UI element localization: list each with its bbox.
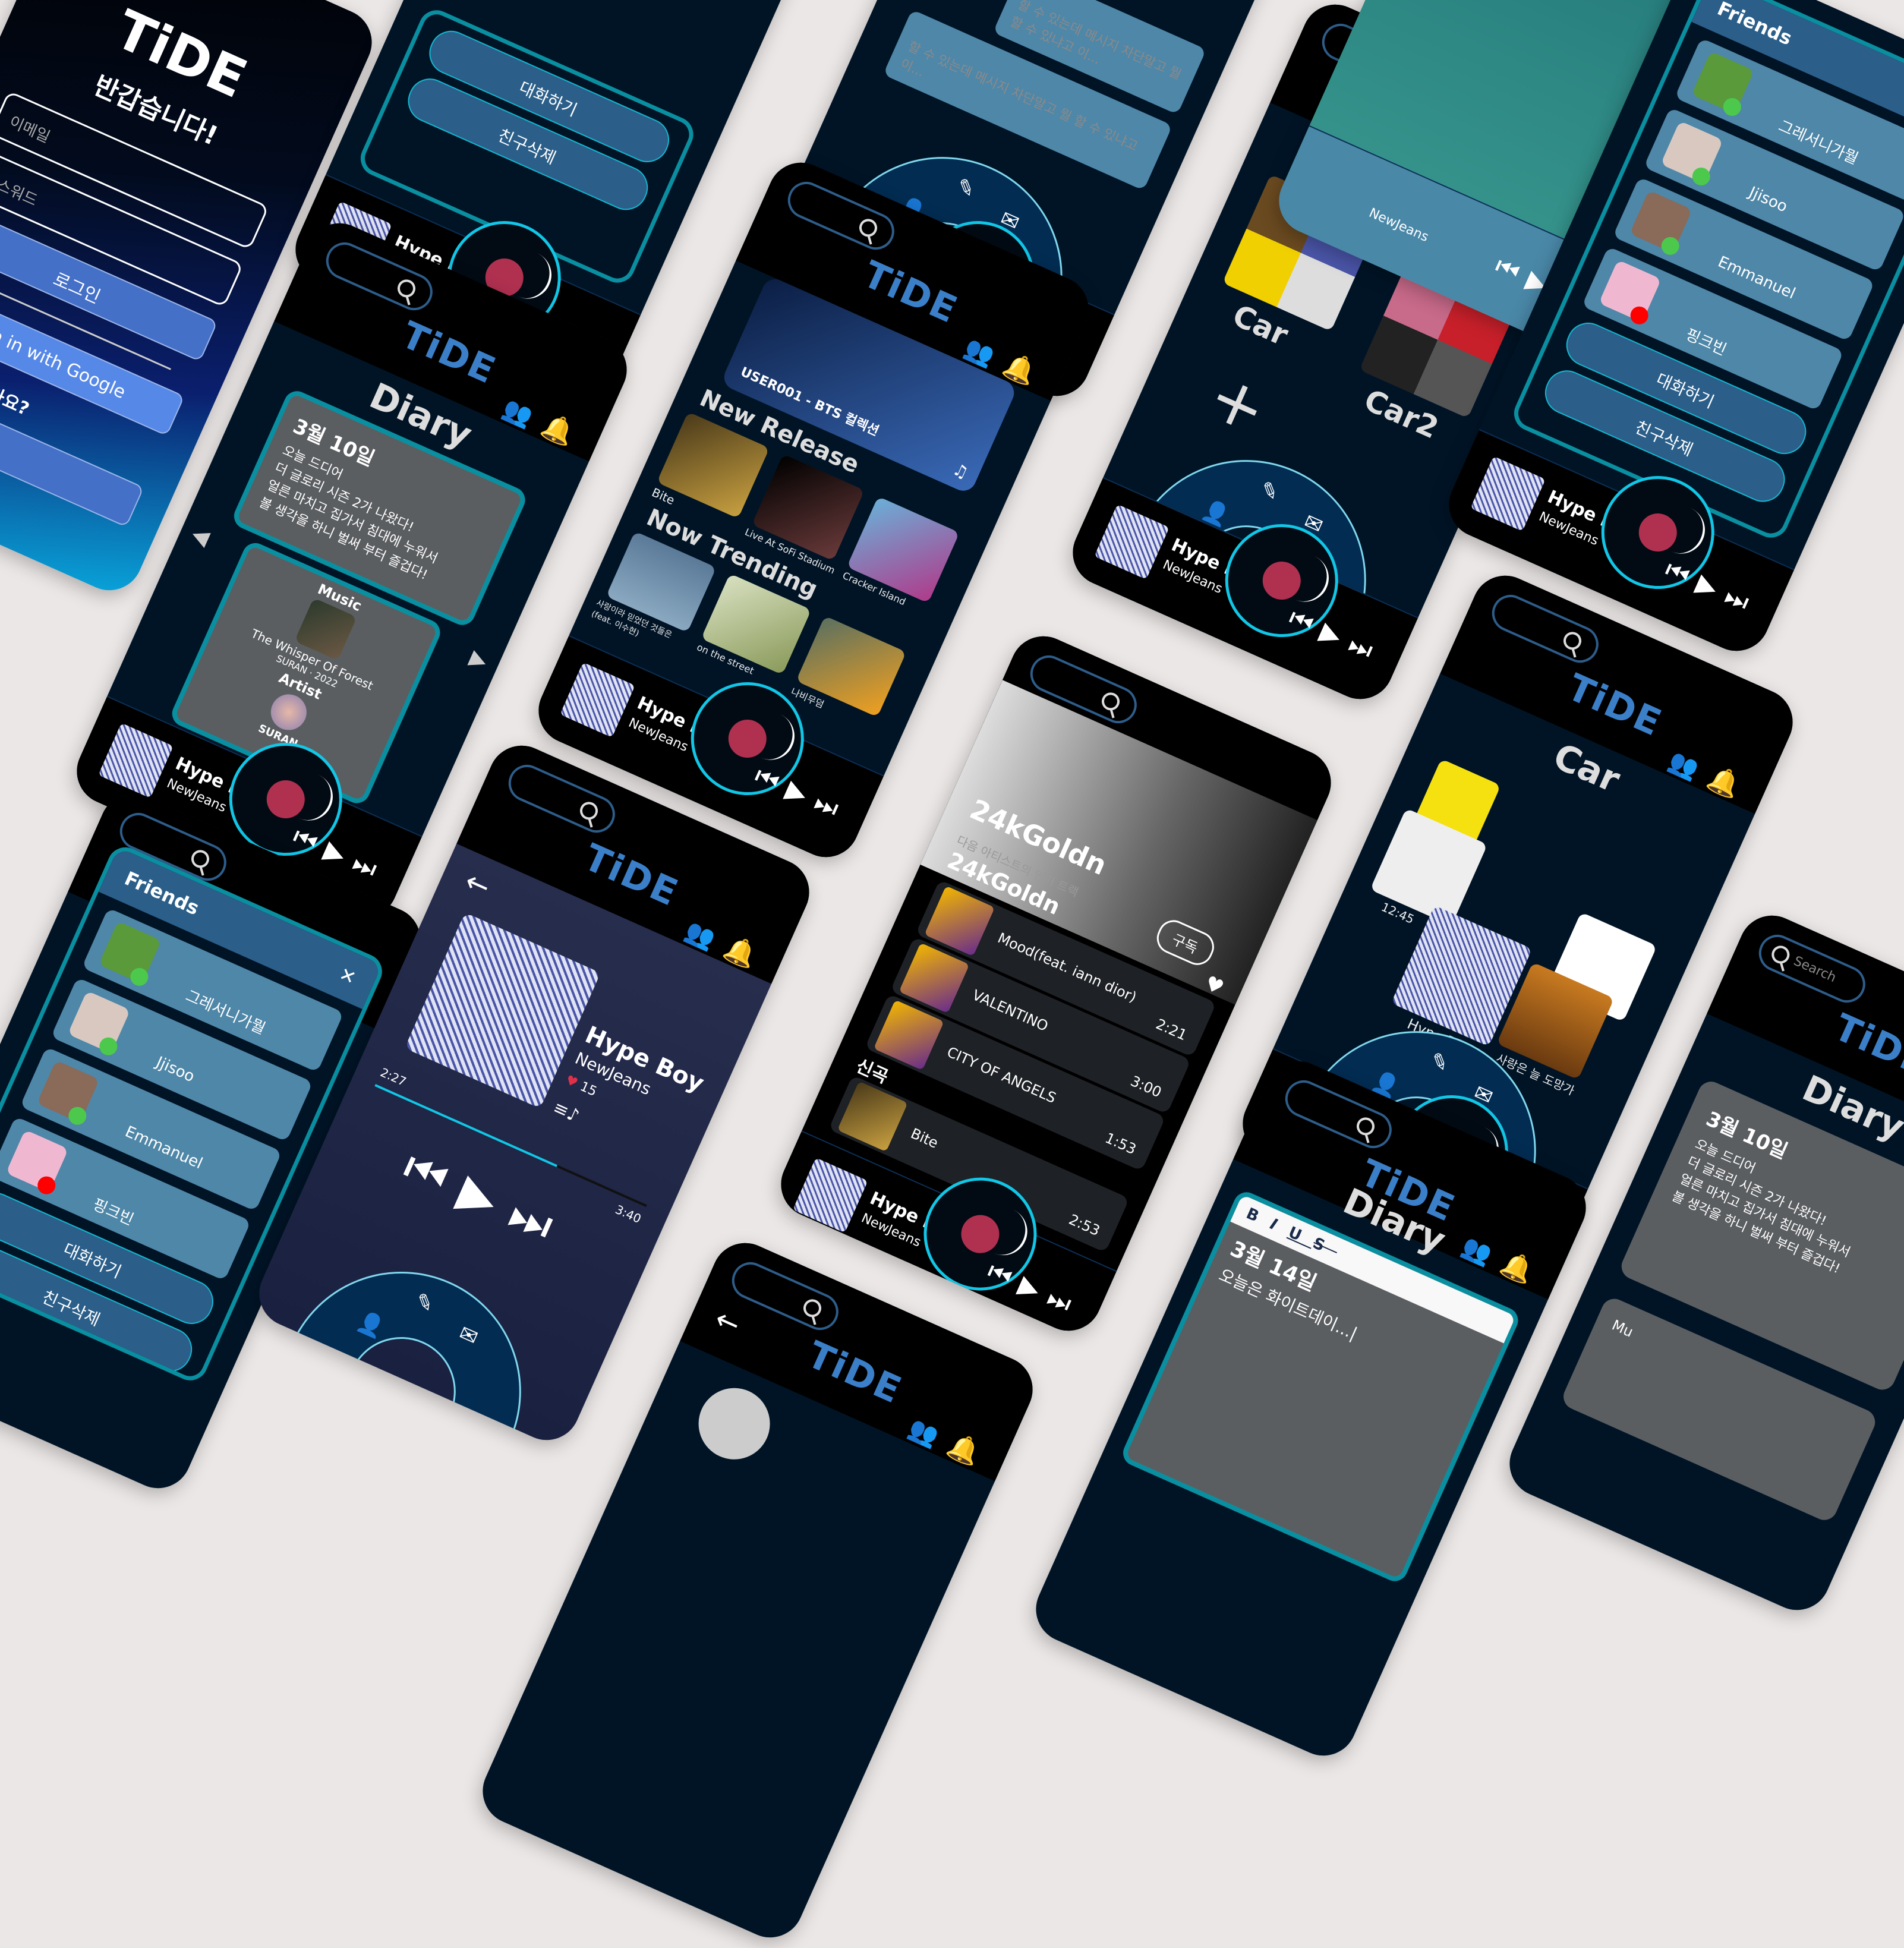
radial-menu[interactable]: 👤✎✉: [287, 1221, 568, 1442]
track-duration: 2:21: [1153, 1015, 1190, 1044]
search-icon: [1099, 689, 1123, 714]
friend-name: 핑크빈: [1682, 326, 1729, 360]
album-thumb: [1094, 504, 1169, 580]
avatar: [687, 1376, 781, 1471]
album-thumb: [560, 662, 635, 738]
friend-name: Jjisoo: [1746, 183, 1790, 216]
album-thumb: [98, 723, 174, 799]
search-icon: [188, 847, 212, 871]
like-count: 15: [578, 1079, 599, 1100]
search-icon: [1354, 1114, 1377, 1139]
music-label: Mu: [1609, 1316, 1636, 1341]
search-icon: [395, 276, 418, 301]
friend-name: Jjisoo: [153, 1053, 197, 1086]
elapsed-time: 2:27: [378, 1065, 409, 1089]
close-icon[interactable]: ✕: [336, 962, 360, 989]
track-duration: 1:53: [1102, 1129, 1139, 1158]
prev-arrow[interactable]: ◀: [188, 522, 213, 551]
playlist-add-icon[interactable]: ≡♪: [550, 1097, 582, 1127]
search-icon: [800, 1296, 824, 1320]
friend-name: Emmanuel: [122, 1123, 206, 1173]
friend-name: 핑크빈: [90, 1195, 137, 1230]
track-name: VALENTINO: [969, 986, 1051, 1035]
track-duration: 2:53: [1066, 1211, 1103, 1240]
friend-name: Emmanuel: [1715, 253, 1798, 303]
album-thumb: [792, 1157, 868, 1233]
next-arrow[interactable]: ▶: [466, 645, 491, 674]
search-icon: [577, 799, 601, 823]
track-artist: NewJeans: [1366, 205, 1431, 245]
album-thumb: [1470, 456, 1546, 532]
search-placeholder: Search: [1791, 953, 1839, 986]
back-button[interactable]: ←: [460, 864, 496, 904]
track-art: [837, 1081, 908, 1152]
search-icon: [856, 216, 880, 240]
track-duration: 3:00: [1128, 1072, 1164, 1101]
playlist-icon: ♫: [950, 459, 972, 483]
heart-icon[interactable]: ♥: [563, 1073, 580, 1091]
friends-title: Friends: [121, 866, 203, 920]
track-name: Bite: [908, 1125, 941, 1152]
total-time: 3:40: [613, 1202, 644, 1227]
search-icon: [1561, 629, 1584, 653]
search-icon: [1769, 943, 1793, 967]
